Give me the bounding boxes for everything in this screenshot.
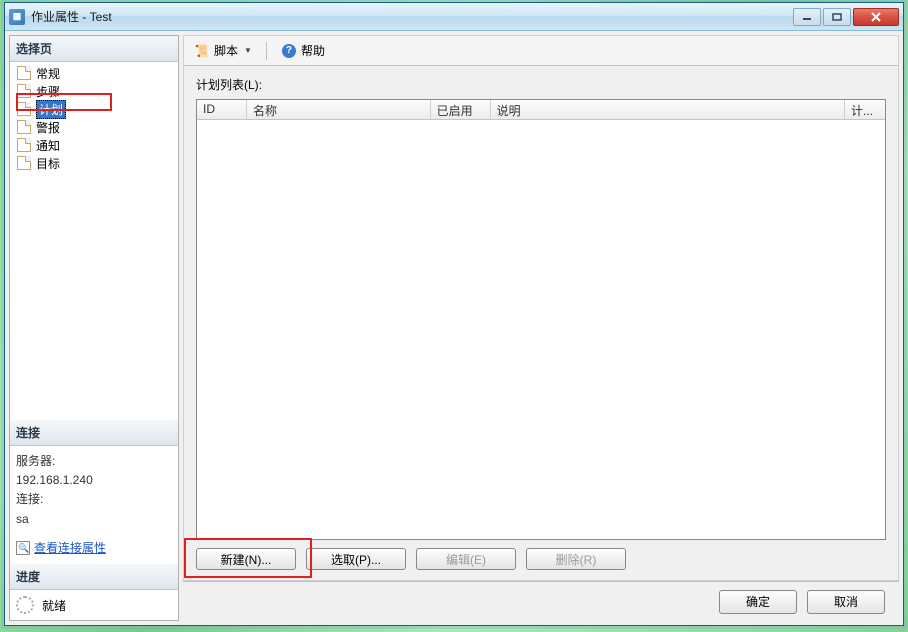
toolbar: 📜 脚本 ▼ ? 帮助 bbox=[183, 35, 899, 66]
chevron-down-icon: ▼ bbox=[244, 46, 252, 55]
nav-item-notifications[interactable]: 通知 bbox=[10, 136, 178, 154]
schedule-button-row: 新建(N)... 选取(P)... 编辑(E) 删除(R) bbox=[196, 540, 886, 574]
schedule-list-label: 计划列表(L): bbox=[196, 76, 886, 93]
progress-status: 就绪 bbox=[42, 597, 66, 614]
toolbar-separator bbox=[266, 42, 267, 60]
nav-label: 通知 bbox=[36, 137, 60, 154]
connection-header: 连接 bbox=[10, 420, 178, 446]
app-icon: ▦ bbox=[9, 9, 25, 25]
close-button[interactable] bbox=[853, 8, 899, 26]
col-name[interactable]: 名称 bbox=[247, 100, 431, 119]
col-enabled[interactable]: 已启用 bbox=[431, 100, 491, 119]
window-title: 作业属性 - Test bbox=[31, 8, 793, 25]
pick-schedule-button[interactable]: 选取(P)... bbox=[306, 548, 406, 570]
script-button[interactable]: 📜 脚本 ▼ bbox=[190, 40, 256, 61]
col-id[interactable]: ID bbox=[197, 100, 247, 119]
minimize-button[interactable] bbox=[793, 8, 821, 26]
page-icon bbox=[16, 137, 32, 153]
page-nav-list: 常规 步骤 计划 警报 通知 bbox=[10, 62, 178, 174]
left-pane: 选择页 常规 步骤 计划 警报 bbox=[9, 35, 179, 621]
delete-schedule-button: 删除(R) bbox=[526, 548, 626, 570]
progress-header: 进度 bbox=[10, 564, 178, 590]
ok-button[interactable]: 确定 bbox=[719, 590, 797, 614]
nav-label: 警报 bbox=[36, 119, 60, 136]
maximize-button[interactable] bbox=[823, 8, 851, 26]
script-icon: 📜 bbox=[194, 43, 210, 59]
conn-label: 连接: bbox=[16, 490, 172, 509]
col-plan[interactable]: 计... bbox=[845, 100, 885, 119]
right-pane: 📜 脚本 ▼ ? 帮助 计划列表(L): ID 名称 已启用 说 bbox=[183, 35, 899, 621]
schedule-grid[interactable]: ID 名称 已启用 说明 计... bbox=[196, 99, 886, 540]
job-properties-dialog: ▦ 作业属性 - Test 选择页 常规 步骤 计划 bbox=[4, 2, 904, 626]
nav-label: 常规 bbox=[36, 65, 60, 82]
col-desc[interactable]: 说明 bbox=[491, 100, 845, 119]
cancel-button[interactable]: 取消 bbox=[807, 590, 885, 614]
progress-spinner-icon bbox=[16, 596, 34, 614]
help-label: 帮助 bbox=[301, 42, 325, 59]
script-label: 脚本 bbox=[214, 42, 238, 59]
select-page-header: 选择页 bbox=[10, 36, 178, 62]
conn-value: sa bbox=[16, 510, 172, 529]
nav-item-alerts[interactable]: 警报 bbox=[10, 118, 178, 136]
grid-body-empty bbox=[197, 120, 885, 539]
highlight-new-button bbox=[184, 538, 312, 578]
view-icon bbox=[16, 541, 30, 555]
nav-item-general[interactable]: 常规 bbox=[10, 64, 178, 82]
titlebar[interactable]: ▦ 作业属性 - Test bbox=[5, 3, 903, 31]
server-label: 服务器: bbox=[16, 452, 172, 471]
view-connection-props-link[interactable]: 查看连接属性 bbox=[34, 539, 106, 558]
highlight-schedules-nav bbox=[16, 93, 112, 111]
progress-block: 就绪 bbox=[10, 590, 178, 620]
grid-header: ID 名称 已启用 说明 计... bbox=[197, 100, 885, 120]
connection-info: 服务器: 192.168.1.240 连接: sa 查看连接属性 bbox=[10, 446, 178, 564]
edit-schedule-button: 编辑(E) bbox=[416, 548, 516, 570]
help-button[interactable]: ? 帮助 bbox=[277, 40, 329, 61]
nav-item-targets[interactable]: 目标 bbox=[10, 154, 178, 172]
page-icon bbox=[16, 155, 32, 171]
nav-label: 目标 bbox=[36, 155, 60, 172]
page-icon bbox=[16, 119, 32, 135]
page-icon bbox=[16, 65, 32, 81]
dialog-footer: 确定 取消 bbox=[183, 581, 899, 621]
help-icon: ? bbox=[281, 43, 297, 59]
server-value: 192.168.1.240 bbox=[16, 471, 172, 490]
